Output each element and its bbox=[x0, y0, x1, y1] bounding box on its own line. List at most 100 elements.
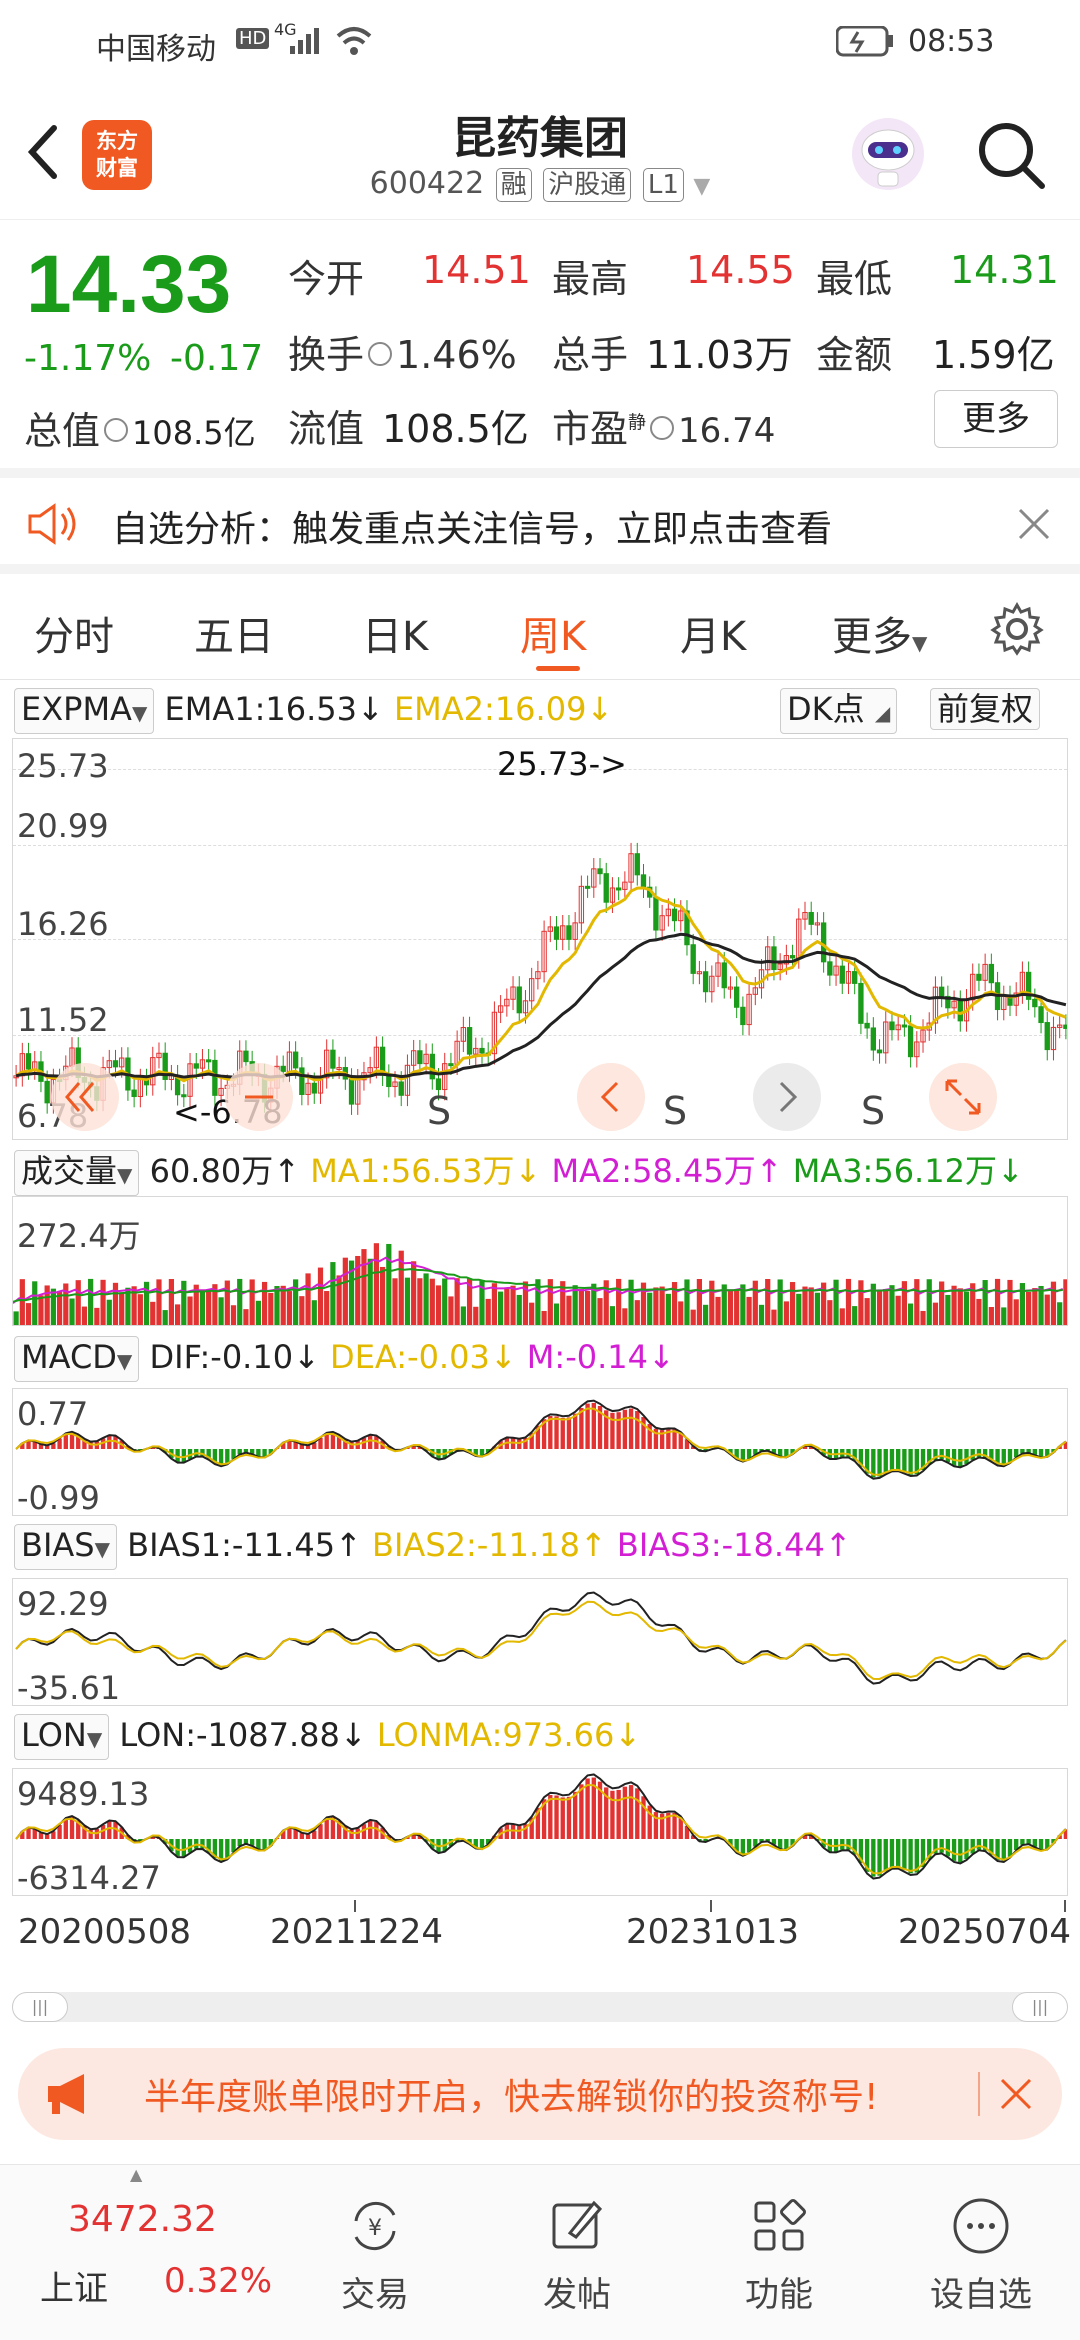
stock-name: 昆药集团 bbox=[452, 113, 628, 164]
bias-chart[interactable]: 92.29 -35.61 bbox=[12, 1578, 1068, 1706]
chart-range-scrollbar[interactable]: ||| ||| bbox=[12, 1992, 1068, 2022]
expma-selector[interactable]: EXPMA▼ bbox=[14, 688, 155, 734]
lon-bar bbox=[908, 1839, 913, 1874]
macd-bar bbox=[225, 1449, 230, 1464]
volume-bar bbox=[684, 1279, 690, 1325]
volume-bar bbox=[137, 1294, 143, 1325]
pe-value: 16.74 bbox=[678, 411, 776, 451]
nav-functions[interactable]: 功能 bbox=[714, 2195, 844, 2316]
more-button[interactable]: 更多 bbox=[934, 390, 1058, 448]
volume-bar bbox=[808, 1287, 814, 1325]
zoom-out-icon[interactable] bbox=[223, 1061, 295, 1133]
volume-selector[interactable]: 成交量▼ bbox=[14, 1150, 140, 1196]
turnover[interactable]: 换手 1.46% bbox=[288, 324, 517, 379]
volume-bar bbox=[777, 1279, 783, 1325]
volume-bar bbox=[827, 1300, 833, 1325]
turnover-label: 换手 bbox=[288, 333, 365, 377]
adjust-mode-button[interactable]: 前复权 bbox=[930, 688, 1041, 730]
wifi-icon bbox=[336, 27, 372, 55]
candle-body bbox=[386, 1074, 392, 1088]
chevron-left-double-icon[interactable] bbox=[49, 1061, 121, 1133]
robot-assistant-icon[interactable] bbox=[848, 114, 928, 194]
pe-ratio[interactable]: 市盈静 16.74 bbox=[552, 398, 775, 453]
volume-bar bbox=[516, 1294, 522, 1325]
volume-bar bbox=[1044, 1294, 1050, 1325]
candlestick-plot bbox=[13, 842, 1067, 1115]
chevron-right-icon[interactable] bbox=[751, 1061, 823, 1133]
lon-bar bbox=[964, 1839, 969, 1860]
tab-intraday[interactable]: 分时 bbox=[34, 604, 114, 662]
macd-bar bbox=[877, 1449, 882, 1477]
tab-monthly-k[interactable]: 月K bbox=[680, 604, 746, 662]
nav-watchlist[interactable]: 设自选 bbox=[916, 2195, 1046, 2316]
back-arrow-icon[interactable] bbox=[22, 122, 62, 182]
macd-selector[interactable]: MACD▼ bbox=[14, 1336, 140, 1382]
volume-bar bbox=[94, 1307, 100, 1325]
expand-icon[interactable] bbox=[927, 1061, 999, 1133]
tab-daily-k[interactable]: 日K bbox=[362, 604, 428, 662]
macd-bar bbox=[368, 1435, 373, 1449]
macd-bar bbox=[572, 1413, 578, 1449]
nav-trade[interactable]: ¥ 交易 bbox=[310, 2195, 440, 2316]
corner-icon: ◢ bbox=[874, 701, 891, 725]
hd-badge: HD bbox=[236, 28, 270, 49]
lon-chart[interactable]: 9489.13 -6314.27 bbox=[12, 1768, 1068, 1896]
market-cap[interactable]: 总值 108.5亿 bbox=[24, 400, 256, 455]
lon-selector[interactable]: LON▼ bbox=[14, 1714, 110, 1760]
volume-plot bbox=[13, 1243, 1067, 1325]
volume-bar bbox=[883, 1288, 889, 1325]
macd-chart[interactable]: 0.77 -0.99 bbox=[12, 1388, 1068, 1516]
candle-body bbox=[330, 1049, 336, 1069]
lon-bar bbox=[622, 1786, 628, 1839]
gear-icon[interactable] bbox=[990, 602, 1044, 656]
volume-bar bbox=[330, 1262, 336, 1325]
nav-post[interactable]: 发帖 bbox=[512, 2195, 642, 2316]
y-tick-3: 16.26 bbox=[17, 905, 109, 943]
search-icon[interactable] bbox=[974, 118, 1050, 194]
volume-bar bbox=[255, 1300, 261, 1325]
volume-bar bbox=[609, 1306, 616, 1325]
yuan-exchange-icon: ¥ bbox=[354, 2201, 396, 2251]
macd-bar bbox=[1007, 1449, 1013, 1463]
lon-bar bbox=[951, 1839, 957, 1861]
close-icon[interactable] bbox=[1016, 506, 1052, 542]
tab-more[interactable]: 更多▼ bbox=[832, 604, 927, 662]
caret-down-icon: ▼ bbox=[116, 1349, 133, 1373]
range-handle-left[interactable]: ||| bbox=[12, 1992, 68, 2022]
y-tick-max: 25.73 bbox=[17, 747, 109, 785]
kline-chart[interactable]: 25.73 20.99 16.26 11.52 6.78 25.73-> <-6… bbox=[12, 738, 1068, 1140]
vol-ma3-value: MA3:56.12万↓ bbox=[792, 1152, 1024, 1190]
macd-bar bbox=[883, 1449, 888, 1474]
macd-bar bbox=[908, 1449, 913, 1475]
dk-point-toggle[interactable]: DK点 ◢ bbox=[780, 688, 898, 734]
macd-y-max: 0.77 bbox=[17, 1395, 89, 1433]
candle-body bbox=[584, 885, 591, 889]
volume-bar bbox=[802, 1286, 808, 1325]
volume-bar bbox=[622, 1308, 628, 1325]
bias-selector[interactable]: BIAS▼ bbox=[14, 1524, 117, 1570]
volume-bar bbox=[678, 1301, 684, 1325]
volume-bar bbox=[187, 1296, 193, 1325]
range-handle-right[interactable]: ||| bbox=[1012, 1992, 1068, 2022]
candle-body bbox=[516, 986, 522, 1014]
volume-bar bbox=[63, 1283, 69, 1325]
volume-chart[interactable]: 272.4万 bbox=[12, 1196, 1068, 1326]
macd-bar bbox=[107, 1435, 112, 1449]
date-label: 20200508 bbox=[18, 1912, 192, 1952]
lon-bar bbox=[26, 1828, 31, 1839]
index-ticker[interactable]: ▲ 3472.32 上证 0.32% bbox=[0, 2165, 272, 2340]
chevron-left-icon[interactable] bbox=[575, 1061, 647, 1133]
close-icon[interactable] bbox=[998, 2076, 1034, 2112]
volume-bar bbox=[727, 1289, 734, 1325]
candle-body bbox=[448, 1063, 454, 1067]
candle-body bbox=[212, 1059, 218, 1096]
macd-bar bbox=[616, 1412, 621, 1449]
notice-bar[interactable]: 自选分析：触发重点关注信号，立即点击查看 bbox=[0, 468, 1080, 574]
stock-code-row[interactable]: 600422 融 沪股通 L1 ▼ bbox=[300, 166, 780, 202]
lon-bar bbox=[1007, 1839, 1013, 1857]
promo-banner[interactable]: 半年度账单限时开启，快去解锁你的投资称号! bbox=[18, 2048, 1062, 2140]
volume-bar bbox=[597, 1298, 603, 1325]
index-name: 上证 bbox=[40, 2269, 108, 2309]
tab-weekly-k[interactable]: 周K bbox=[520, 604, 586, 662]
tab-five-day[interactable]: 五日 bbox=[194, 604, 274, 662]
